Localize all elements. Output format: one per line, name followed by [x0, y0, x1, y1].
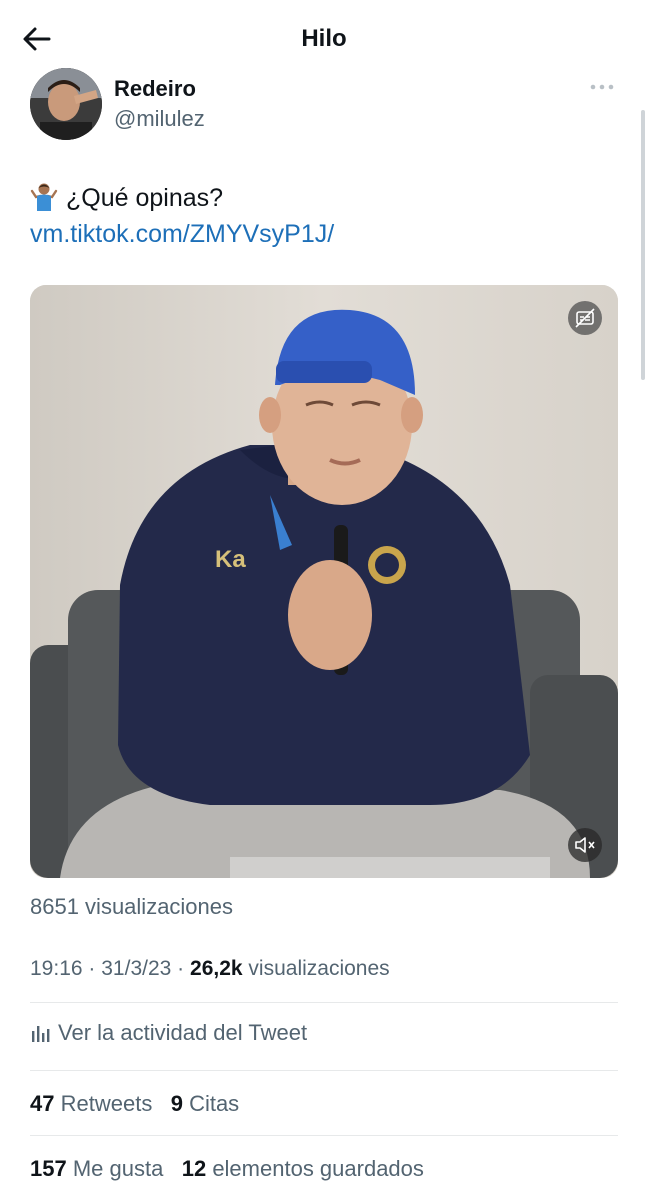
tweet-date[interactable]: 31/3/23 [101, 957, 171, 980]
divider [30, 1002, 618, 1003]
tweet-link[interactable]: vm.tiktok.com/ZMYVsyP1J/ [30, 220, 334, 248]
tweet-activity-link[interactable]: Ver la actividad del Tweet [30, 1020, 307, 1048]
user-handle[interactable]: @milulez [114, 106, 205, 132]
analytics-bars-icon [30, 1022, 50, 1048]
retweets-label: Retweets [60, 1091, 153, 1116]
display-name[interactable]: Redeiro [114, 76, 196, 102]
divider [30, 1135, 618, 1136]
retweets-count: 47 [30, 1091, 55, 1116]
likes-stat[interactable]: 157 Me gusta [30, 1156, 169, 1181]
divider [30, 1070, 618, 1071]
quotes-stat[interactable]: 9 Citas [171, 1091, 240, 1116]
svg-text:Ka: Ka [215, 546, 246, 573]
tweet-view-count: 26,2k [190, 957, 243, 980]
video-player[interactable]: Ka [30, 285, 618, 878]
retweets-stat[interactable]: 47 Retweets [30, 1091, 158, 1116]
quotes-count: 9 [170, 1091, 183, 1116]
separator: · [177, 957, 185, 980]
scrollbar[interactable] [641, 110, 645, 380]
video-view-count: 8651 visualizaciones [30, 894, 234, 919]
tweet-text: ¿Qué opinas? [66, 184, 224, 212]
tweet-activity-label: Ver la actividad del Tweet [58, 1020, 308, 1045]
bookmarks-stat[interactable]: 12 elementos guardados [182, 1156, 424, 1181]
video-frame: Ka [30, 285, 618, 878]
separator: · [88, 957, 96, 980]
likes-label: Me gusta [72, 1156, 164, 1181]
volume-muted-icon[interactable] [568, 828, 602, 862]
bookmarks-count: 12 [181, 1156, 207, 1181]
tweet-body: ¿Qué opinas? vm.tiktok.com/ZMYVsyP1J/ [30, 180, 334, 252]
tweet-author: Redeiro @milulez [30, 68, 620, 140]
more-horizontal-icon[interactable] [590, 78, 614, 96]
tweet-metadata: 19:16 · 31/3/23 · 26,2k visualizaciones [30, 957, 390, 981]
shrug-emoji-icon [30, 181, 58, 211]
tweet-stats-row: 157 Me gusta 12 elementos guardados [30, 1156, 424, 1182]
likes-count: 157 [30, 1156, 67, 1181]
tweet-views-label: visualizaciones [248, 957, 390, 980]
avatar[interactable] [30, 68, 102, 140]
bookmarks-label: elementos guardados [212, 1156, 424, 1181]
top-bar: Hilo [0, 0, 648, 78]
tweet-stats-row: 47 Retweets 9 Citas [30, 1091, 239, 1117]
tweet-time[interactable]: 19:16 [30, 957, 83, 980]
page-title: Hilo [301, 25, 347, 52]
captions-off-icon[interactable] [568, 301, 602, 335]
quotes-label: Citas [189, 1091, 240, 1116]
